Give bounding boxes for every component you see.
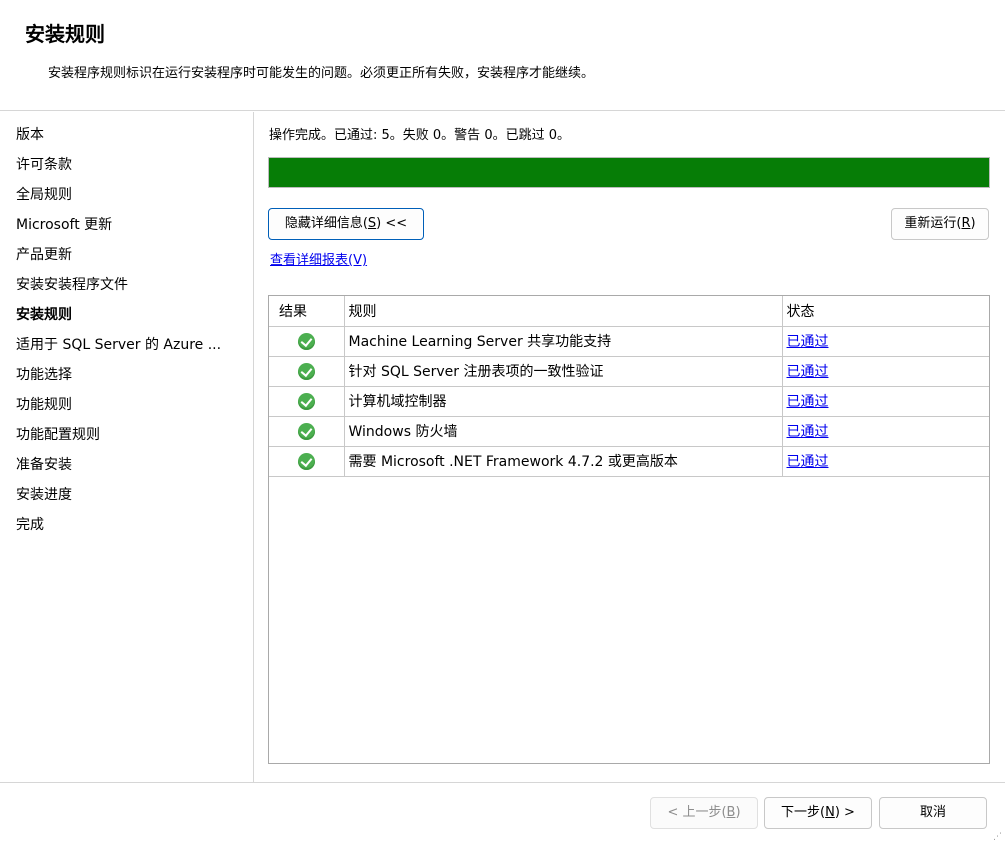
column-header-result[interactable]: 结果 xyxy=(269,296,345,327)
status-passed-link[interactable]: 已通过 xyxy=(787,364,829,380)
status-cell: 已通过 xyxy=(782,446,989,477)
hide-details-suffix: ) << xyxy=(376,216,408,231)
wizard-steps-sidebar: 版本 许可条款 全局规则 Microsoft 更新 产品更新 安装安装程序文件 … xyxy=(0,112,254,782)
wizard-footer: < 上一步(B) 下一步(N) > 取消 ⋰ xyxy=(0,782,1005,845)
page-title: 安装规则 xyxy=(25,22,105,46)
hide-details-accel: S xyxy=(367,216,377,231)
cancel-button[interactable]: 取消 xyxy=(879,797,987,829)
progress-bar xyxy=(268,157,990,188)
rerun-accel: R xyxy=(961,216,971,231)
page-header: 安装规则 安装程序规则标识在运行安装程序时可能发生的问题。必须更正所有失败，安装… xyxy=(0,0,1005,111)
step-feature-selection: 功能选择 xyxy=(16,367,72,383)
check-circle-icon xyxy=(298,362,315,380)
hide-details-button[interactable]: 隐藏详细信息(S) << xyxy=(268,208,424,240)
table-row[interactable]: 计算机域控制器 已通过 xyxy=(269,386,989,417)
status-cell: 已通过 xyxy=(782,416,989,447)
step-feature-config-rules: 功能配置规则 xyxy=(16,427,100,443)
step-install-setup-files: 安装安装程序文件 xyxy=(16,277,128,293)
step-install-progress: 安装进度 xyxy=(16,487,72,503)
page-description: 安装程序规则标识在运行安装程序时可能发生的问题。必须更正所有失败，安装程序才能继… xyxy=(48,66,595,81)
step-global-rules: 全局规则 xyxy=(16,187,72,203)
step-microsoft-update: Microsoft 更新 xyxy=(16,217,113,233)
result-cell xyxy=(269,416,345,447)
next-accel: N xyxy=(825,805,835,820)
result-cell xyxy=(269,326,345,357)
status-cell: 已通过 xyxy=(782,326,989,357)
check-circle-icon xyxy=(298,392,315,410)
status-passed-link[interactable]: 已通过 xyxy=(787,454,829,470)
rules-table: 结果 规则 状态 Machine Learning Server 共享功能支持 … xyxy=(268,295,990,764)
table-row[interactable]: Machine Learning Server 共享功能支持 已通过 xyxy=(269,326,989,357)
result-cell xyxy=(269,356,345,387)
hide-details-label: 隐藏详细信息( xyxy=(284,216,368,231)
next-suffix: ) > xyxy=(834,805,855,820)
step-azure-extension: 适用于 SQL Server 的 Azure ... xyxy=(16,337,222,353)
column-header-rule[interactable]: 规则 xyxy=(344,296,783,327)
progress-bar-fill xyxy=(269,158,989,187)
main-panel: 操作完成。已通过: 5。失败 0。警告 0。已跳过 0。 隐藏详细信息(S) <… xyxy=(255,112,1005,782)
step-install-rules: 安装规则 xyxy=(16,307,72,323)
status-cell: 已通过 xyxy=(782,356,989,387)
table-header-row: 结果 规则 状态 xyxy=(269,296,989,327)
status-passed-link[interactable]: 已通过 xyxy=(787,394,829,410)
view-detailed-report-link[interactable]: 查看详细报表(V) xyxy=(270,249,367,268)
step-license-terms: 许可条款 xyxy=(16,157,72,173)
step-ready-to-install: 准备安装 xyxy=(16,457,72,473)
check-circle-icon xyxy=(298,452,315,470)
next-button[interactable]: 下一步(N) > xyxy=(764,797,872,829)
operation-status-text: 操作完成。已通过: 5。失败 0。警告 0。已跳过 0。 xyxy=(269,128,570,143)
rerun-suffix: ) xyxy=(970,216,976,231)
rerun-button[interactable]: 重新运行(R) xyxy=(891,208,989,240)
table-row[interactable]: Windows 防火墙 已通过 xyxy=(269,416,989,447)
next-label: 下一步( xyxy=(781,805,826,820)
table-row[interactable]: 需要 Microsoft .NET Framework 4.7.2 或更高版本 … xyxy=(269,446,989,477)
status-cell: 已通过 xyxy=(782,386,989,417)
column-header-status[interactable]: 状态 xyxy=(782,296,989,327)
rerun-label: 重新运行( xyxy=(904,216,962,231)
status-passed-link[interactable]: 已通过 xyxy=(787,334,829,350)
check-circle-icon xyxy=(298,422,315,440)
step-complete: 完成 xyxy=(16,517,44,533)
rule-cell: 需要 Microsoft .NET Framework 4.7.2 或更高版本 xyxy=(344,446,783,477)
step-feature-rules: 功能规则 xyxy=(16,397,72,413)
result-cell xyxy=(269,446,345,477)
step-product-updates: 产品更新 xyxy=(16,247,72,263)
rule-cell: 计算机域控制器 xyxy=(344,386,783,417)
back-button[interactable]: < 上一步(B) xyxy=(650,797,758,829)
rule-cell: Machine Learning Server 共享功能支持 xyxy=(344,326,783,357)
status-passed-link[interactable]: 已通过 xyxy=(787,424,829,440)
back-suffix: ) xyxy=(735,805,741,820)
table-row[interactable]: 针对 SQL Server 注册表项的一致性验证 已通过 xyxy=(269,356,989,387)
rule-cell: 针对 SQL Server 注册表项的一致性验证 xyxy=(344,356,783,387)
rule-cell: Windows 防火墙 xyxy=(344,416,783,447)
step-edition: 版本 xyxy=(16,127,44,143)
resize-grip-icon[interactable]: ⋰ xyxy=(993,832,1002,842)
back-label: < 上一步( xyxy=(667,805,727,820)
check-circle-icon xyxy=(298,332,315,350)
result-cell xyxy=(269,386,345,417)
